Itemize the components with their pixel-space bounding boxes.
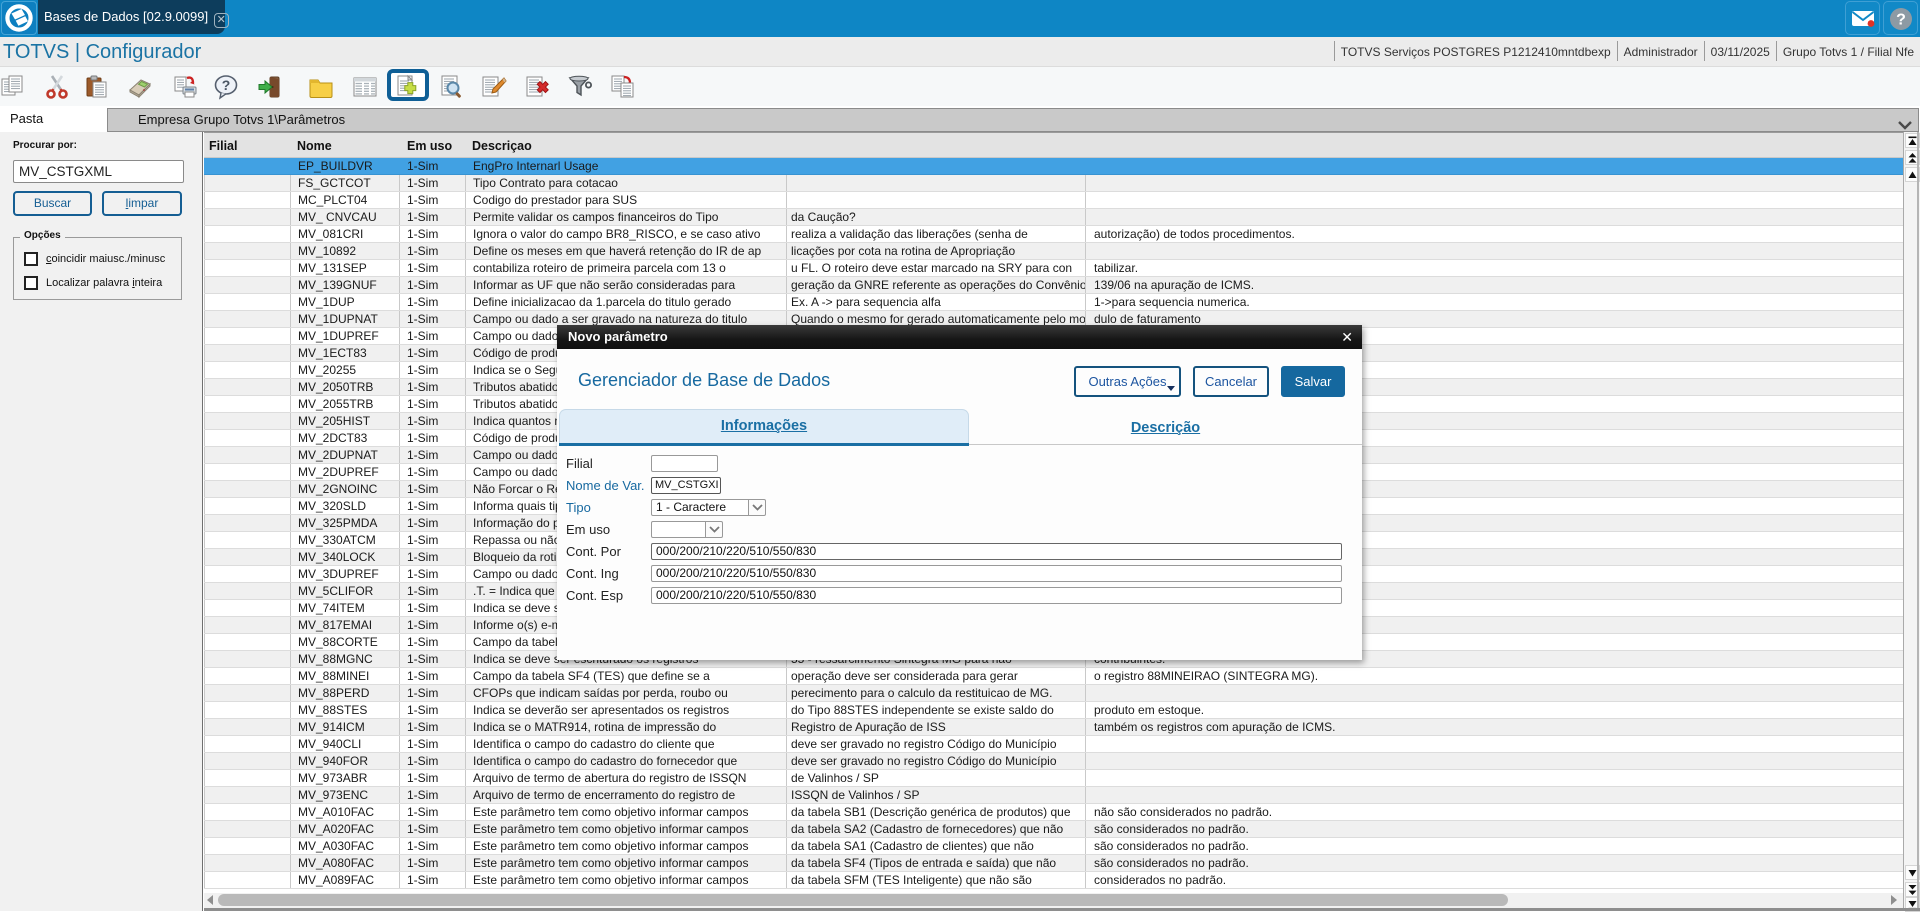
- svg-text:?: ?: [1896, 12, 1906, 29]
- svg-text:?: ?: [222, 77, 231, 93]
